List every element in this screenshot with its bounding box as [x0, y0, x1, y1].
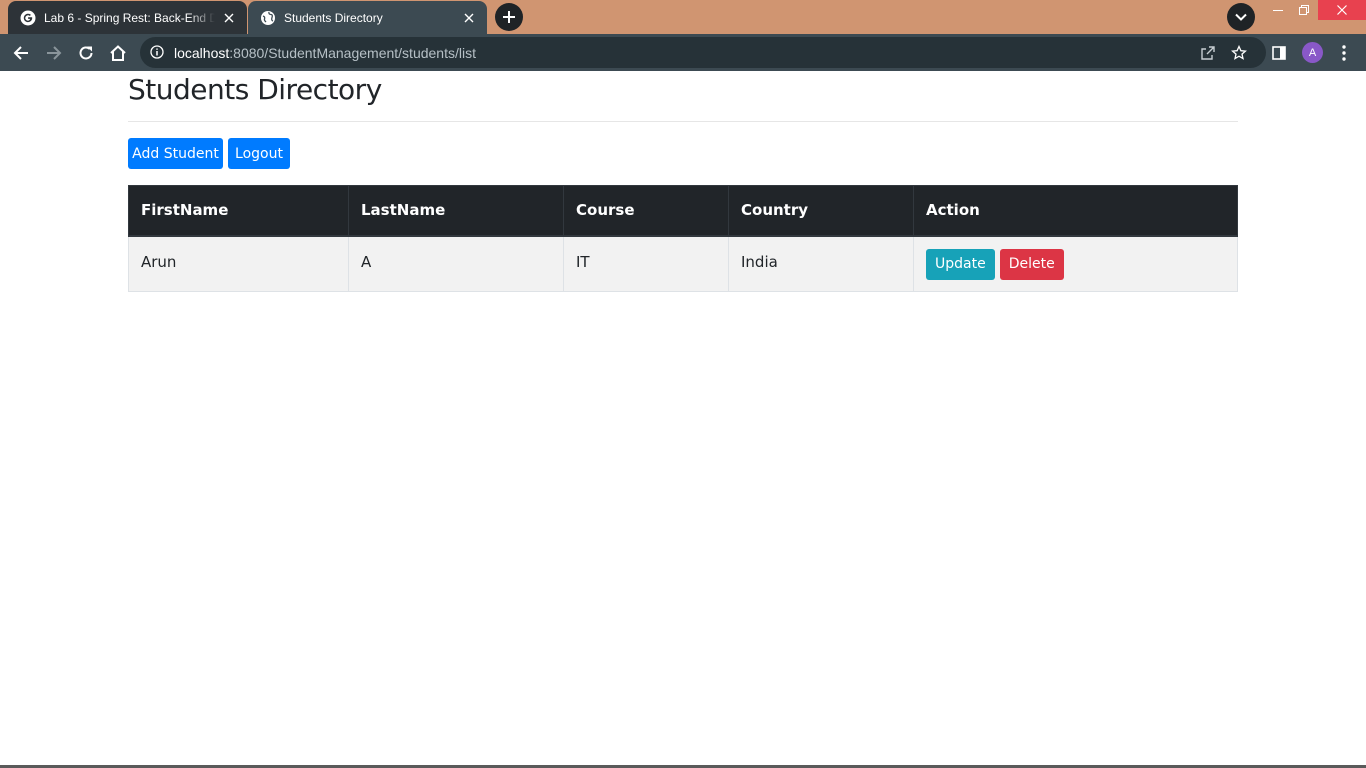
table-header-row: FirstName LastName Course Country Action	[128, 185, 1238, 237]
url-path: :8080/StudentManagement/students/list	[229, 45, 476, 61]
window-close-button[interactable]	[1318, 0, 1366, 20]
cell-action: Update Delete	[913, 235, 1238, 292]
address-bar[interactable]: localhost:8080/StudentManagement/student…	[140, 37, 1266, 68]
tab-lab6[interactable]: Lab 6 - Spring Rest: Back-End Developmen…	[8, 1, 247, 34]
avatar[interactable]: A	[1302, 42, 1323, 63]
students-table: FirstName LastName Course Country Action…	[128, 185, 1238, 292]
column-header-course: Course	[563, 185, 729, 237]
close-icon[interactable]	[461, 10, 477, 26]
table-row: Arun A IT India Update Delete	[128, 235, 1238, 292]
browser-toolbar: localhost:8080/StudentManagement/student…	[0, 34, 1366, 71]
cell-last-name: A	[348, 235, 564, 292]
minimize-icon	[1273, 10, 1283, 11]
logout-button[interactable]: Logout	[228, 138, 290, 169]
globe-icon	[260, 10, 276, 26]
home-icon	[110, 45, 126, 61]
google-g-icon	[20, 10, 36, 26]
close-icon[interactable]	[221, 10, 237, 26]
share-icon[interactable]	[1198, 43, 1218, 63]
divider	[128, 121, 1238, 122]
column-header-country: Country	[728, 185, 914, 237]
new-tab-button[interactable]	[495, 3, 523, 31]
info-icon[interactable]	[149, 44, 165, 60]
arrow-left-icon	[13, 46, 28, 60]
row-actions: Update Delete	[926, 248, 1225, 280]
bookmark-star-icon[interactable]	[1229, 43, 1249, 63]
tab-title: Students Directory	[284, 10, 383, 25]
cell-course: IT	[563, 235, 729, 292]
back-button[interactable]	[8, 40, 34, 66]
home-button[interactable]	[105, 40, 131, 66]
column-header-lastname: LastName	[348, 185, 564, 237]
reload-button[interactable]	[73, 40, 99, 66]
reload-icon	[79, 46, 93, 60]
cell-country: India	[728, 235, 914, 292]
menu-button[interactable]	[1331, 40, 1357, 66]
more-vert-icon	[1342, 45, 1346, 61]
arrow-right-icon	[47, 46, 62, 60]
update-button[interactable]: Update	[926, 248, 995, 280]
page-content: Students Directory Add Student Logout Fi…	[0, 71, 1366, 768]
url-host: localhost	[174, 45, 230, 61]
side-panel-button[interactable]	[1266, 40, 1292, 66]
tab-strip: Lab 6 - Spring Rest: Back-End Developmen…	[0, 0, 1366, 34]
plus-icon	[503, 11, 515, 23]
column-header-firstname: FirstName	[128, 185, 349, 237]
tab-students-directory[interactable]: Students Directory	[248, 1, 487, 34]
side-panel-icon	[1272, 46, 1286, 60]
page-title: Students Directory	[128, 73, 382, 106]
url-text[interactable]: localhost:8080/StudentManagement/student…	[174, 45, 476, 61]
tab-search-button[interactable]	[1227, 3, 1255, 31]
delete-button[interactable]: Delete	[999, 248, 1064, 280]
cell-first-name: Arun	[128, 235, 349, 292]
tab-title: Lab 6 - Spring Rest: Back-End Developmen…	[44, 10, 215, 25]
restore-icon	[1299, 5, 1309, 15]
forward-button[interactable]	[41, 40, 67, 66]
restore-button[interactable]	[1289, 0, 1319, 20]
close-icon	[1337, 5, 1347, 15]
column-header-action: Action	[913, 185, 1238, 237]
add-student-button[interactable]: Add Student	[128, 138, 223, 169]
chevron-down-icon	[1235, 13, 1247, 21]
